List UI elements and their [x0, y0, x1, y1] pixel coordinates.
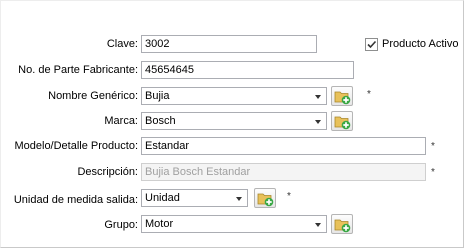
clave-input[interactable]: 3002 [141, 35, 317, 53]
chevron-down-icon[interactable] [310, 216, 326, 232]
generico-select[interactable]: Bujia [141, 87, 327, 105]
producto-activo-label[interactable]: Producto Activo [382, 37, 458, 51]
folder-add-icon [334, 219, 351, 233]
descripcion-required-mark: * [431, 167, 435, 178]
checkmark-icon [367, 40, 377, 49]
generico-required-mark: * [367, 89, 371, 100]
generico-label: Nombre Genérico: [48, 90, 138, 102]
clave-label: Clave: [106, 38, 138, 50]
descripcion-label: Descripción: [77, 166, 138, 178]
marca-select-value: Bosch [145, 115, 176, 127]
producto-activo-checkbox[interactable] [365, 38, 378, 51]
parte-label: No. de Parte Fabricante: [18, 64, 138, 76]
add-grupo-button[interactable] [331, 214, 353, 234]
unidad-select-value: Unidad [145, 192, 180, 204]
unidad-required-mark: * [287, 191, 291, 202]
grupo-select-value: Motor [145, 218, 174, 230]
descripcion-input: Bujia Bosch Estandar [141, 163, 426, 181]
modelo-input[interactable]: Estandar [141, 137, 426, 155]
marca-select[interactable]: Bosch [141, 112, 327, 130]
folder-add-icon [334, 116, 351, 130]
add-unidad-button[interactable] [254, 188, 276, 208]
unidad-select[interactable]: Unidad [141, 189, 248, 207]
modelo-required-mark: * [431, 141, 435, 152]
parte-input[interactable]: 45654645 [141, 61, 354, 79]
marca-label: Marca: [104, 115, 138, 127]
modelo-label: Modelo/Detalle Producto: [14, 140, 138, 152]
add-marca-button[interactable] [331, 111, 353, 131]
folder-add-icon [257, 193, 274, 207]
unidad-label: Unidad de medida salida: [13, 194, 138, 206]
add-generico-button[interactable] [331, 86, 353, 106]
grupo-label: Grupo: [104, 219, 138, 231]
chevron-down-icon[interactable] [310, 88, 326, 104]
chevron-down-icon[interactable] [231, 190, 247, 206]
folder-add-icon [334, 91, 351, 105]
generico-select-value: Bujia [145, 90, 170, 102]
grupo-select[interactable]: Motor [141, 215, 327, 233]
chevron-down-icon[interactable] [310, 113, 326, 129]
